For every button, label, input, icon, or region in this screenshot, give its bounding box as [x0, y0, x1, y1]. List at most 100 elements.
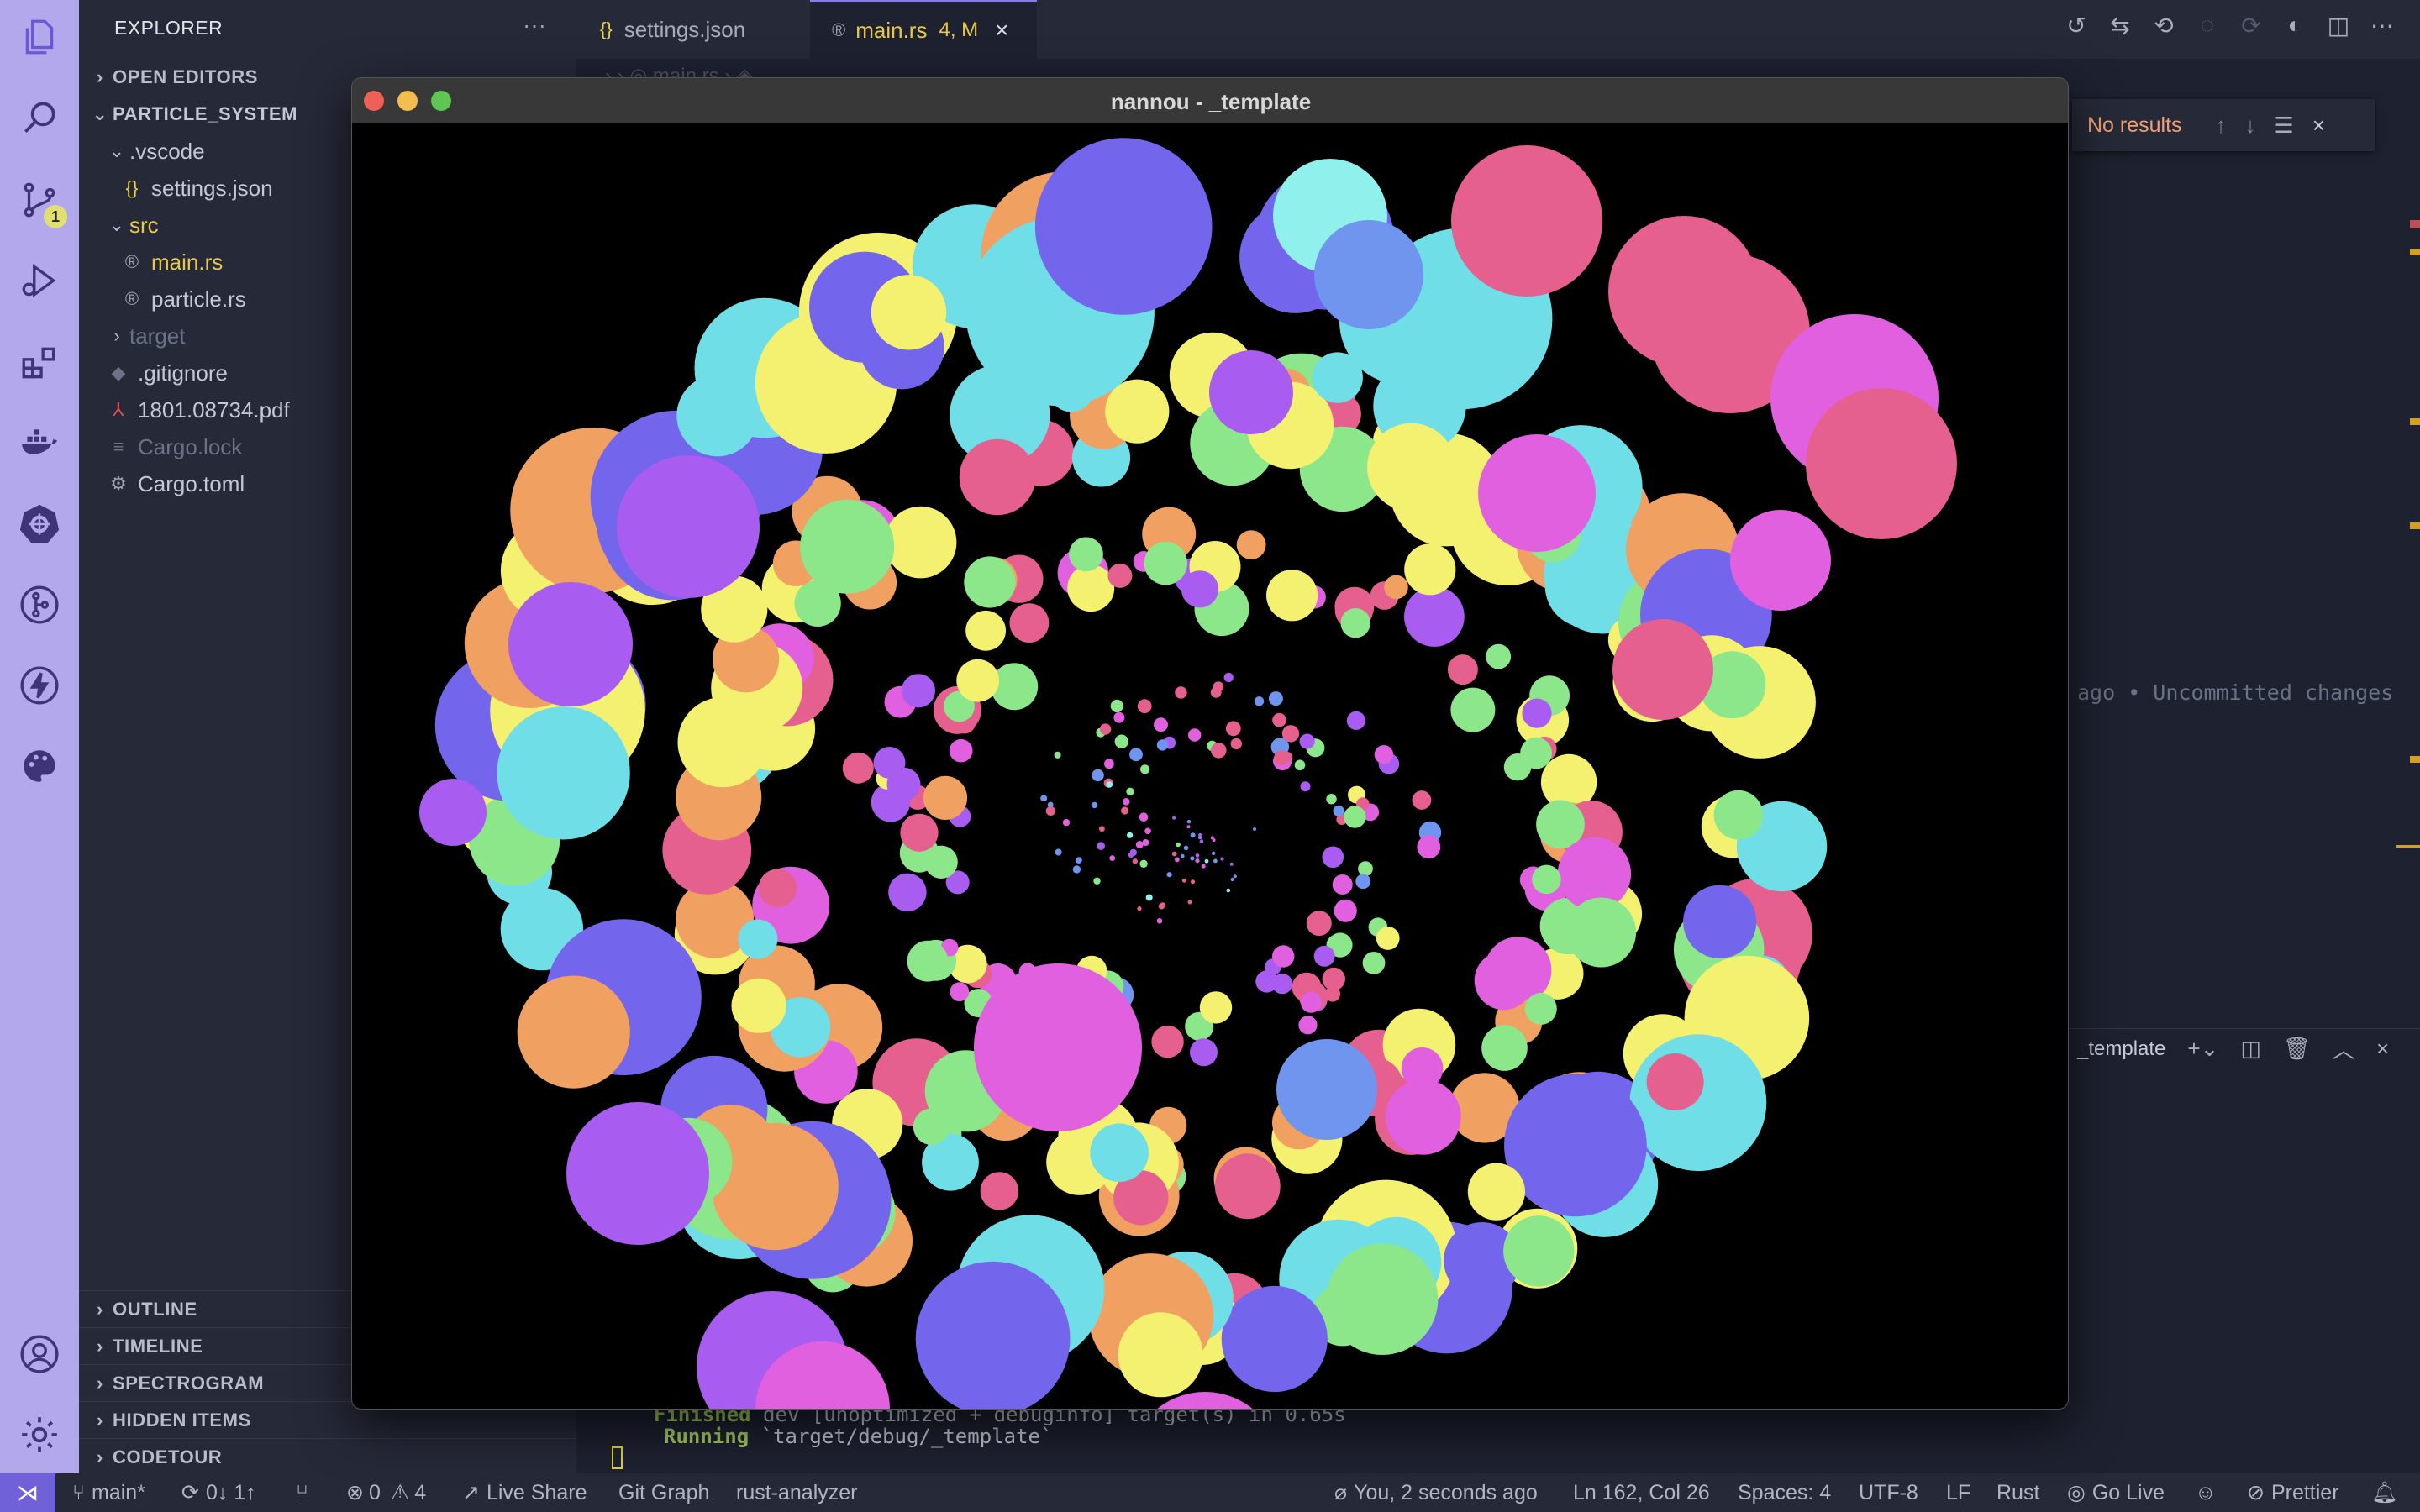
particle — [1322, 967, 1346, 991]
rust-analyzer-item[interactable]: rust-analyzer — [736, 1473, 858, 1512]
split-terminal-icon[interactable]: ◫ — [2240, 1036, 2261, 1062]
particle — [964, 556, 1016, 608]
kubernetes-icon[interactable] — [0, 491, 79, 558]
particle — [949, 738, 973, 763]
particle — [950, 982, 970, 1002]
more-actions-icon[interactable]: ⋯ — [2370, 12, 2395, 39]
previous-change-icon[interactable]: ◌ — [2195, 12, 2220, 39]
git-graph-status-icon[interactable]: ⑂ — [296, 1473, 308, 1512]
blame-item[interactable]: ⌀ You, 2 seconds ago — [1334, 1473, 1538, 1512]
particle — [1105, 379, 1170, 444]
src-folder-label: src — [129, 212, 159, 238]
docker-icon[interactable] — [0, 410, 79, 477]
json-file-icon: {} — [600, 18, 613, 39]
explorer-files-icon[interactable] — [0, 3, 79, 71]
close-find-icon[interactable]: × — [2312, 113, 2325, 139]
particle — [1333, 805, 1344, 817]
notifications-bell-icon[interactable]: 🔔︎ — [2371, 1473, 2398, 1512]
particle — [1187, 900, 1192, 905]
particle — [1447, 654, 1478, 685]
remote-indicator-icon[interactable]: ⋊ — [0, 1473, 55, 1512]
cargo-lock-label: Cargo.lock — [138, 433, 243, 459]
copilot-icon[interactable]: ☺ — [2195, 1473, 2217, 1512]
particle — [1524, 992, 1557, 1025]
particle — [1314, 220, 1423, 329]
next-match-icon[interactable]: ↓ — [2245, 113, 2256, 139]
live-share-item[interactable]: ↗ Live Share — [462, 1473, 587, 1512]
tab-settings-label: settings.json — [623, 16, 746, 42]
particle — [1180, 853, 1185, 858]
trash-icon[interactable]: 🗑 — [2283, 1036, 2311, 1062]
search-icon[interactable] — [0, 84, 79, 151]
particle — [907, 940, 949, 982]
particle — [1481, 1025, 1528, 1071]
particle — [956, 659, 1000, 702]
revert-icon[interactable]: ⟲ — [2151, 12, 2176, 39]
particle — [1181, 570, 1218, 608]
particle-canvas[interactable] — [352, 123, 2068, 1409]
particle — [1040, 795, 1048, 802]
codetour-section[interactable]: › CODETOUR — [79, 1438, 576, 1475]
particle — [1334, 899, 1357, 922]
chevron-right-icon: › — [97, 1446, 103, 1467]
language-mode-item[interactable]: Rust — [1996, 1473, 2039, 1512]
branch-label: main* — [92, 1480, 145, 1504]
particle — [1412, 790, 1432, 810]
live-share-icon: ↗ — [462, 1481, 480, 1504]
particle — [1186, 819, 1192, 824]
close-icon[interactable]: × — [995, 17, 1008, 44]
git-graph-icon[interactable] — [0, 571, 79, 638]
previous-match-icon[interactable]: ↑ — [2216, 113, 2227, 139]
maximize-panel-icon[interactable]: ︿ — [2333, 1033, 2354, 1064]
particle — [1221, 1285, 1328, 1393]
prettier-item[interactable]: ⊘ Prettier — [2247, 1473, 2339, 1512]
particle — [1067, 564, 1115, 612]
tab-settings-json[interactable]: {} settings.json — [576, 0, 808, 59]
open-changes-icon[interactable]: ⇆ — [2107, 12, 2133, 39]
nannou-window[interactable]: nannou - _template — [351, 77, 2069, 1410]
terminal-name[interactable]: _template — [2077, 1037, 2165, 1061]
particle — [1113, 711, 1125, 723]
particle — [1175, 686, 1187, 699]
source-control-icon[interactable]: 1 — [0, 166, 79, 234]
terminal-cursor — [612, 1446, 623, 1469]
blame-label: You, 2 seconds ago — [1354, 1480, 1538, 1504]
next-change-icon[interactable]: ⟳ — [2238, 12, 2264, 39]
problems-item[interactable]: ⊗ 0 ⚠ 4 — [346, 1473, 426, 1512]
thunder-client-icon[interactable] — [0, 652, 79, 719]
particle — [1503, 1215, 1575, 1287]
history-icon[interactable]: ↺ — [2064, 12, 2089, 39]
cursor-position-item[interactable]: Ln 162, Col 26 — [1573, 1473, 1710, 1512]
theme-palette-icon[interactable] — [0, 732, 79, 800]
sync-item[interactable]: ⟳ 0↓ 1↑ — [182, 1473, 256, 1512]
find-in-selection-icon[interactable]: ☰ — [2275, 113, 2294, 139]
git-graph-item[interactable]: Git Graph — [618, 1473, 709, 1512]
tab-main-rs[interactable]: ® main.rs 4, M × — [810, 0, 1037, 59]
new-terminal-icon[interactable]: +⌄ — [2187, 1036, 2218, 1062]
inline-blame: ago • Uncommitted changes — [2077, 680, 2394, 705]
close-panel-icon[interactable]: × — [2376, 1036, 2389, 1062]
run-debug-icon[interactable] — [0, 247, 79, 314]
go-live-item[interactable]: ◎ Go Live — [2067, 1473, 2165, 1512]
extensions-icon[interactable] — [0, 329, 79, 396]
window-title-bar[interactable]: nannou - _template — [352, 78, 2068, 123]
particle — [1504, 1074, 1647, 1217]
particle — [1276, 1039, 1377, 1140]
particle — [1298, 1016, 1318, 1035]
settings-gear-icon[interactable] — [0, 1401, 79, 1468]
main-rs-label: main.rs — [151, 249, 224, 275]
particle — [566, 1102, 709, 1245]
account-icon[interactable] — [0, 1320, 79, 1388]
particle — [1121, 806, 1129, 815]
particle — [1294, 759, 1306, 771]
particle — [1212, 838, 1216, 843]
explorer-more-actions[interactable]: ··· — [523, 12, 546, 39]
scrollbar-marker — [2410, 418, 2420, 425]
eol-item[interactable]: LF — [1946, 1473, 1970, 1512]
gitlens-icon[interactable]: ◐ — [2282, 12, 2307, 39]
indentation-item[interactable]: Spaces: 4 — [1738, 1473, 1831, 1512]
split-editor-icon[interactable]: ◫ — [2326, 12, 2351, 39]
particle — [1230, 738, 1243, 750]
branch-item[interactable]: ⑂ main* — [72, 1473, 145, 1512]
encoding-item[interactable]: UTF-8 — [1859, 1473, 1918, 1512]
